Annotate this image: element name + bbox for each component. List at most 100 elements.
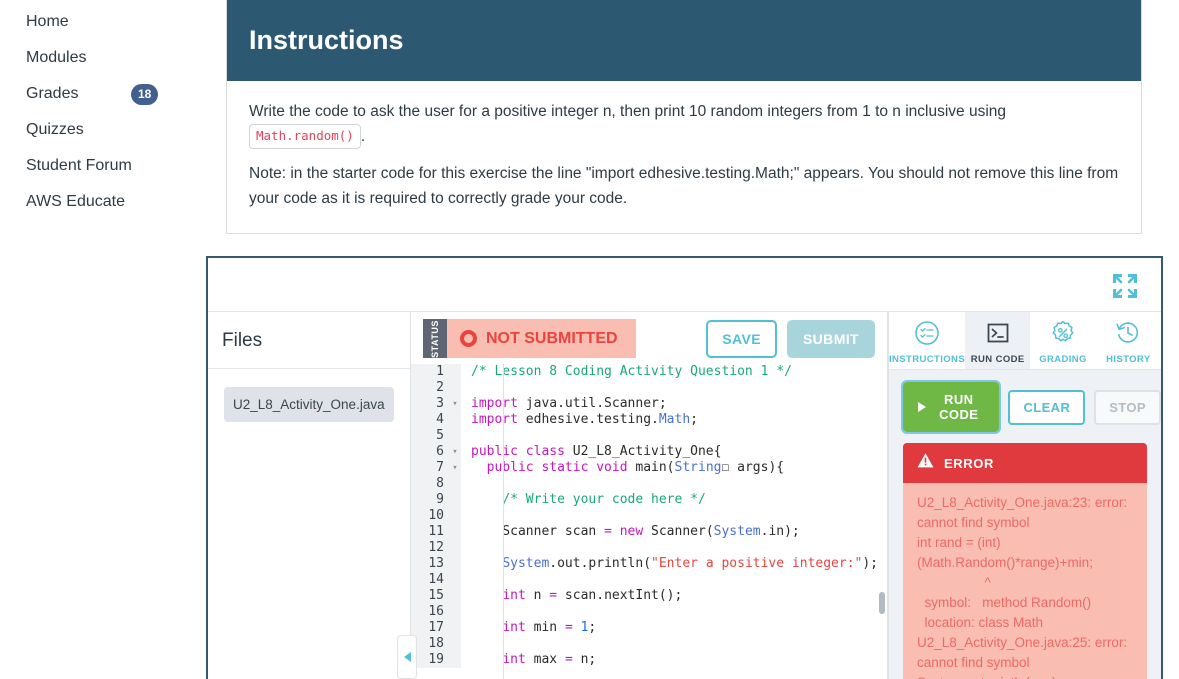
code-line-text: public class U2_L8_Activity_One{ bbox=[471, 444, 722, 459]
status-tag: STATUS bbox=[423, 319, 447, 358]
clock-rewind-icon bbox=[1115, 320, 1141, 351]
code-line: 3 ▾ import java.util.Scanner; bbox=[411, 396, 887, 412]
code-line-text: int n = scan.nextInt(); bbox=[502, 588, 683, 603]
code-line: 11 Scanner scan = new Scanner(System.in)… bbox=[411, 524, 887, 540]
sidebar-item-label: AWS Educate bbox=[26, 193, 126, 210]
course-nav-sidebar: Home Modules Grades 18 Quizzes Student F… bbox=[0, 0, 205, 679]
error-line: U2_L8_Activity_One.java:25: error: canno… bbox=[917, 635, 1131, 670]
warning-triangle-icon bbox=[917, 452, 934, 474]
fold-gutter-spacer bbox=[449, 572, 461, 588]
submit-button[interactable]: SUBMIT bbox=[786, 319, 875, 358]
error-line: int rand = (int) (Math.Random()*range)+m… bbox=[917, 535, 1093, 570]
tool-panel: INSTRUCTIONS RUN CODE GRADING HISTORY RU… bbox=[888, 312, 1161, 679]
sidebar-item-aws-educate[interactable]: AWS Educate bbox=[0, 184, 205, 220]
code-line-text: int min = 1; bbox=[502, 620, 597, 635]
code-line: 19 int max = n; bbox=[411, 652, 887, 668]
error-output-text: U2_L8_Activity_One.java:23: error: canno… bbox=[903, 483, 1147, 679]
instructions-body: Write the code to ask the user for a pos… bbox=[227, 81, 1141, 234]
fold-gutter-spacer bbox=[449, 412, 461, 428]
ide-topbar bbox=[208, 258, 1161, 312]
line-number: 14 bbox=[411, 572, 449, 588]
status-tag-label: STATUS bbox=[430, 319, 441, 358]
line-number: 16 bbox=[411, 604, 449, 620]
sidebar-item-label: Home bbox=[26, 13, 69, 30]
instructions-card: Instructions Write the code to ask the u… bbox=[226, 0, 1142, 234]
run-code-button-label: RUN CODE bbox=[939, 392, 979, 422]
circle-outline-icon bbox=[460, 330, 477, 347]
sidebar-item-modules[interactable]: Modules bbox=[0, 40, 205, 76]
sidebar-item-student-forum[interactable]: Student Forum bbox=[0, 148, 205, 184]
code-line: 14 bbox=[411, 572, 887, 588]
error-line: System.out.println(one); bbox=[917, 673, 1133, 679]
instructions-paragraph-1: Write the code to ask the user for a pos… bbox=[249, 99, 1119, 150]
sidebar-item-grades[interactable]: Grades 18 bbox=[0, 76, 205, 112]
line-number: 13 bbox=[411, 556, 449, 572]
instructions-paragraph-2: Note: in the starter code for this exerc… bbox=[249, 165, 1119, 208]
line-number: 11 bbox=[411, 524, 449, 540]
save-button[interactable]: SAVE bbox=[706, 319, 777, 358]
line-number: 17 bbox=[411, 620, 449, 636]
line-number: 2 bbox=[411, 380, 449, 396]
fold-gutter-spacer bbox=[449, 636, 461, 652]
editor-pane: STATUS NOT SUBMITTED SAVE SUBMIT 1 /* Les… bbox=[397, 312, 888, 679]
code-line: 18 bbox=[411, 636, 887, 652]
tab-grading[interactable]: GRADING bbox=[1030, 312, 1096, 369]
tab-run-code[interactable]: RUN CODE bbox=[965, 312, 1031, 369]
sidebar-item-label: Grades bbox=[26, 85, 79, 102]
list-check-circle-icon bbox=[914, 320, 940, 351]
sidebar-item-quizzes[interactable]: Quizzes bbox=[0, 112, 205, 148]
error-line: location: class Math bbox=[917, 615, 1044, 630]
line-number: 8 bbox=[411, 476, 449, 492]
play-icon bbox=[918, 402, 926, 412]
fold-gutter-spacer bbox=[449, 652, 461, 668]
line-number: 4 bbox=[411, 412, 449, 428]
code-line-text: /* Write your code here */ bbox=[502, 492, 706, 507]
status-badge: NOT SUBMITTED bbox=[447, 319, 636, 358]
line-number: 5 bbox=[411, 428, 449, 444]
editor-actions: SAVE SUBMIT bbox=[706, 319, 877, 358]
code-line: 17 int min = 1; bbox=[411, 620, 887, 636]
tab-label: GRADING bbox=[1039, 353, 1087, 365]
tool-panel-tabs: INSTRUCTIONS RUN CODE GRADING HISTORY bbox=[889, 312, 1161, 370]
sidebar-item-label: Quizzes bbox=[26, 121, 84, 138]
editor-toolbar: STATUS NOT SUBMITTED SAVE SUBMIT bbox=[411, 312, 887, 364]
files-list: U2_L8_Activity_One.java bbox=[208, 368, 410, 422]
fold-toggle-icon[interactable]: ▾ bbox=[449, 444, 461, 460]
tab-instructions[interactable]: INSTRUCTIONS bbox=[889, 312, 966, 369]
fold-toggle-icon[interactable]: ▾ bbox=[449, 396, 461, 412]
fold-toggle-icon[interactable]: ▾ bbox=[449, 460, 461, 476]
error-output-panel: ERROR U2_L8_Activity_One.java:23: error:… bbox=[903, 443, 1147, 679]
inline-code-snippet: Math.random() bbox=[249, 124, 361, 150]
fold-gutter-spacer bbox=[449, 476, 461, 492]
expand-arrows-icon[interactable] bbox=[1111, 272, 1139, 300]
stop-button[interactable]: STOP bbox=[1094, 389, 1161, 425]
sidebar-item-label: Modules bbox=[26, 49, 87, 66]
editor-scrollbar-thumb[interactable] bbox=[879, 592, 885, 614]
sidebar-item-label: Student Forum bbox=[26, 157, 132, 174]
fold-gutter-spacer bbox=[449, 524, 461, 540]
code-editor[interactable]: 1 /* Lesson 8 Coding Activity Question 1 … bbox=[411, 364, 887, 679]
clear-button[interactable]: CLEAR bbox=[1008, 389, 1086, 425]
line-number: 1 bbox=[411, 364, 449, 380]
fold-gutter-spacer bbox=[449, 492, 461, 508]
tab-history[interactable]: HISTORY bbox=[1095, 312, 1161, 369]
fold-gutter-spacer bbox=[449, 364, 461, 380]
line-number: 15 bbox=[411, 588, 449, 604]
run-code-button[interactable]: RUN CODE bbox=[900, 380, 1002, 434]
tab-label: INSTRUCTIONS bbox=[889, 353, 966, 365]
code-line: 7 ▾ public static void main(String☐ args)… bbox=[411, 460, 887, 476]
fold-gutter-spacer bbox=[449, 604, 461, 620]
collapse-files-handle[interactable] bbox=[397, 635, 417, 679]
code-ide-container: Files U2_L8_Activity_One.java STATUS NOT bbox=[206, 256, 1163, 679]
list-item[interactable]: U2_L8_Activity_One.java bbox=[224, 387, 394, 422]
line-number: 9 bbox=[411, 492, 449, 508]
sidebar-item-home[interactable]: Home bbox=[0, 4, 205, 40]
error-panel-header: ERROR bbox=[903, 443, 1147, 483]
code-line: 5 bbox=[411, 428, 887, 444]
